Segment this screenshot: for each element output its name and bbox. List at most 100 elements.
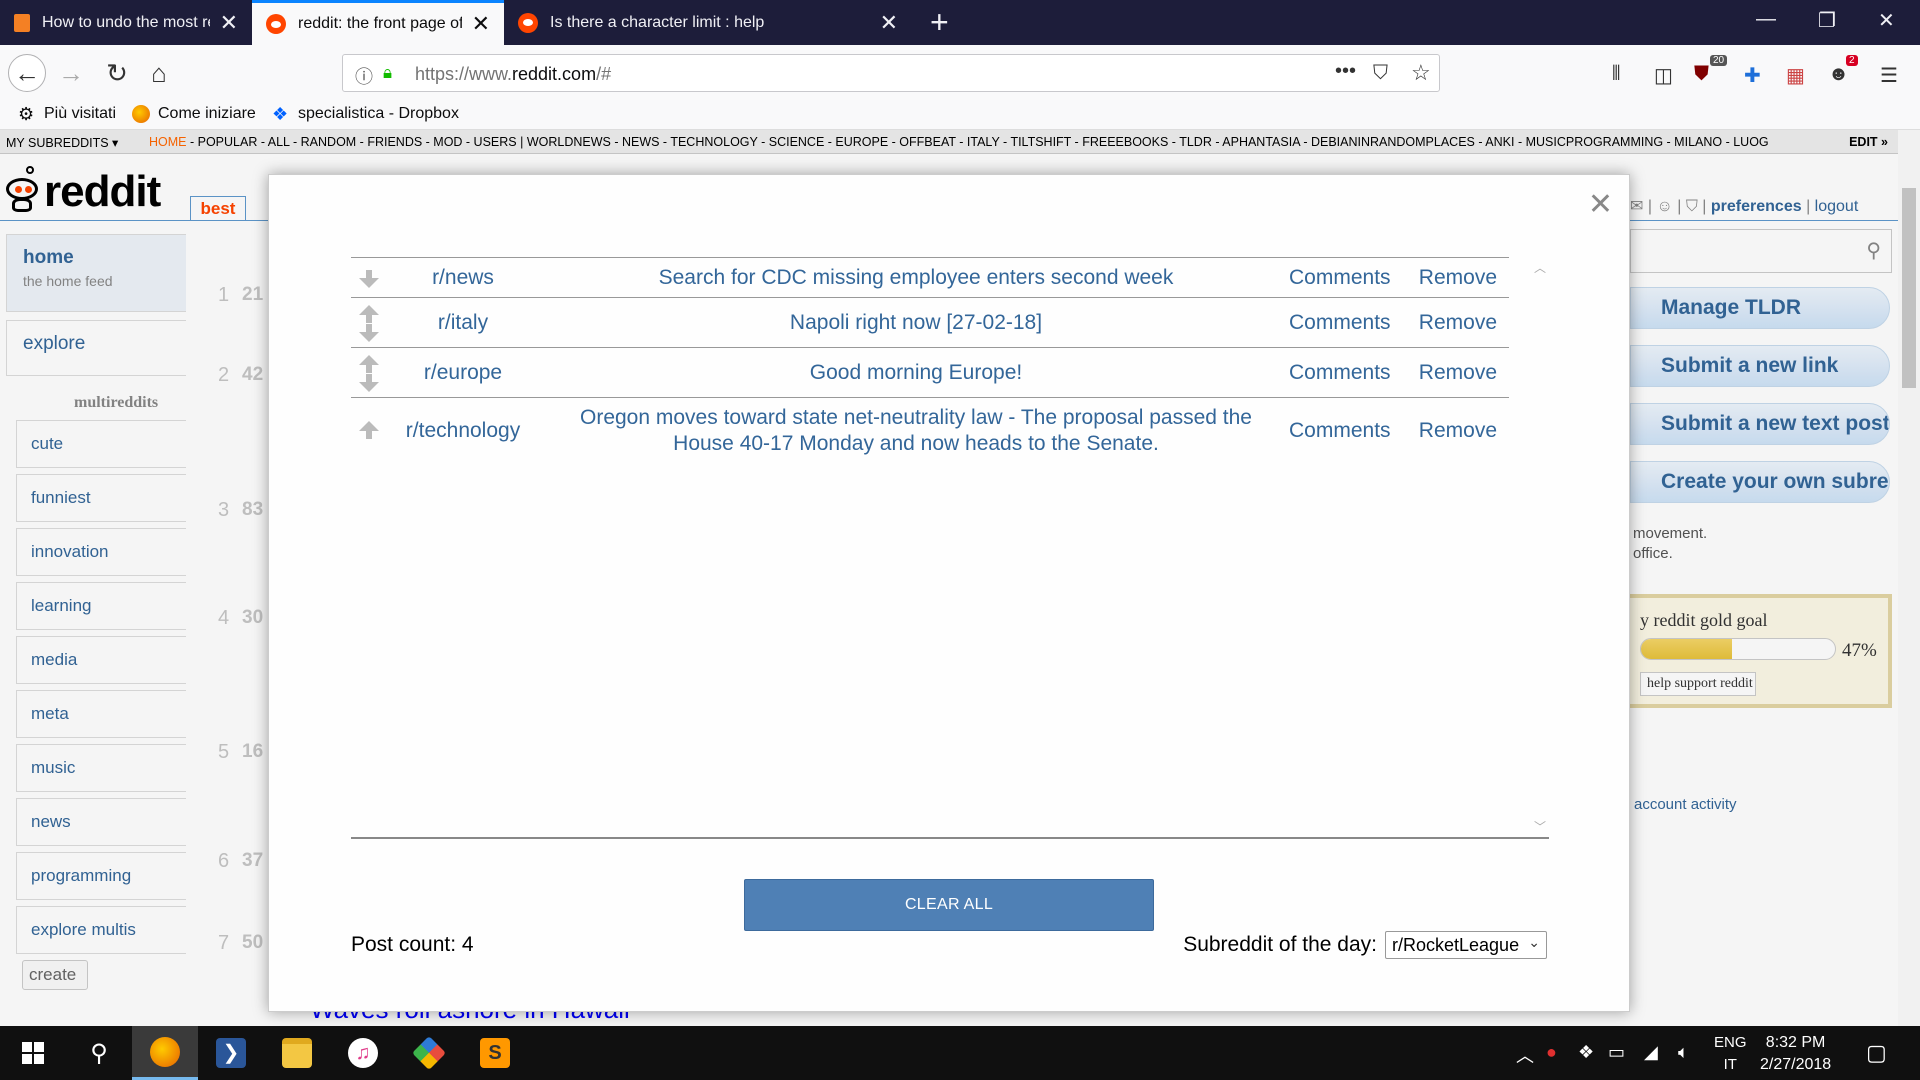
taskbar-file-explorer[interactable] <box>264 1026 330 1080</box>
pocket-icon[interactable]: ⛉ <box>1373 62 1388 85</box>
downvote-icon[interactable] <box>359 270 379 288</box>
close-tab-icon[interactable]: ✕ <box>472 11 490 37</box>
remove-link[interactable]: Remove <box>1419 361 1497 385</box>
comments-link[interactable]: Comments <box>1289 361 1391 385</box>
taskbar-git[interactable] <box>396 1026 462 1080</box>
upvote-icon[interactable] <box>359 305 379 323</box>
library-icon[interactable]: ⫴ <box>1612 63 1620 86</box>
new-tab-button[interactable]: + <box>930 4 949 41</box>
upvote-icon[interactable] <box>359 421 379 439</box>
firefox-icon <box>132 105 150 123</box>
saved-posts-modal: ✕ r/news Search for CDC missing employee… <box>268 174 1630 1012</box>
input-language[interactable]: ENG IT <box>1714 1032 1747 1076</box>
battery-icon[interactable]: ▭ <box>1608 1042 1625 1063</box>
browser-tab-reddit-help[interactable]: Is there a character limit : help ✕ <box>504 0 912 45</box>
url-bar[interactable]: ⓘ 🔒︎ https://www.reddit.com/# ••• ⛉ ☆ <box>342 54 1440 92</box>
start-button[interactable] <box>0 1026 66 1080</box>
downvote-icon[interactable] <box>359 374 379 392</box>
dropbox-icon[interactable]: ❖ <box>1578 1042 1594 1063</box>
post-title[interactable]: Napoli right now [27-02-18] <box>543 310 1289 336</box>
subreddit-of-day-select[interactable]: r/RocketLeague ⌄ <box>1385 931 1547 959</box>
bookmark-getting-started[interactable]: Come iniziare <box>132 105 256 123</box>
extension-grid-icon[interactable]: ▦ <box>1786 63 1805 88</box>
stackoverflow-icon <box>14 13 30 32</box>
list-scrollbar[interactable]: ︿ ﹀ <box>1531 257 1549 837</box>
remove-link[interactable]: Remove <box>1419 311 1497 335</box>
back-button[interactable]: ← <box>8 54 46 92</box>
post-title[interactable]: Search for CDC missing employee enters s… <box>543 265 1289 291</box>
taskbar-powershell[interactable]: ❯ <box>198 1026 264 1080</box>
comments-link[interactable]: Comments <box>1289 266 1391 290</box>
bookmark-dropbox[interactable]: ❖ specialistica - Dropbox <box>272 105 459 123</box>
volume-icon[interactable]: 🔈︎ <box>1678 1042 1689 1063</box>
info-icon[interactable]: ⓘ <box>355 63 373 89</box>
show-hidden-icons-icon[interactable]: ︿ <box>1516 1042 1534 1068</box>
post-title[interactable]: Oregon moves toward state net-neutrality… <box>543 405 1289 457</box>
windows-taskbar: ⚲ ❯ ♫ S ︿ ● ❖ ▭ ◢ 🔈︎ ENG IT 8:32 PM 2/27… <box>0 1026 1920 1080</box>
comments-link[interactable]: Comments <box>1289 419 1391 443</box>
browser-tab-stackoverflow[interactable]: How to undo the most recent c ✕ <box>0 0 252 45</box>
reddit-icon <box>266 14 286 34</box>
tab-title: reddit: the front page of the int <box>298 15 462 32</box>
taskbar-sublime[interactable]: S <box>462 1026 528 1080</box>
post-count: Post count: 4 <box>351 933 474 956</box>
forward-button[interactable]: → <box>52 54 90 92</box>
extension-icon[interactable]: ✚ <box>1744 63 1761 88</box>
home-icon[interactable]: ⌂ <box>140 54 178 92</box>
page-scrollbar[interactable] <box>1898 130 1920 1026</box>
lock-icon: 🔒︎ <box>383 63 393 82</box>
close-tab-icon[interactable]: ✕ <box>220 10 238 36</box>
post-subreddit[interactable]: r/italy <box>383 311 543 335</box>
extension-badge: 2 <box>1846 55 1858 66</box>
post-subreddit[interactable]: r/europe <box>383 361 543 385</box>
reddit-icon <box>518 12 538 33</box>
browser-tab-reddit-front[interactable]: reddit: the front page of the int ✕ <box>252 0 504 45</box>
navigation-toolbar: ← → ↻ ⌂ ⓘ 🔒︎ https://www.reddit.com/# ••… <box>0 45 1920 100</box>
comments-link[interactable]: Comments <box>1289 311 1391 335</box>
bookmark-most-visited[interactable]: ⚙ Più visitati <box>18 105 116 123</box>
remove-link[interactable]: Remove <box>1419 419 1497 443</box>
downvote-icon[interactable] <box>359 324 379 342</box>
taskbar-firefox[interactable] <box>132 1026 198 1080</box>
post-subreddit[interactable]: r/news <box>383 266 543 290</box>
remove-link[interactable]: Remove <box>1419 266 1497 290</box>
music-icon: ♫ <box>348 1038 378 1068</box>
clock[interactable]: 8:32 PM 2/27/2018 <box>1760 1032 1831 1076</box>
list-item: r/news Search for CDC missing employee e… <box>351 257 1509 297</box>
scroll-down-icon[interactable]: ﹀ <box>1534 818 1546 835</box>
list-item: r/italy Napoli right now [27-02-18] Comm… <box>351 297 1509 347</box>
tray-app-icon[interactable]: ● <box>1546 1042 1557 1063</box>
clear-all-button[interactable]: CLEAR ALL <box>744 879 1154 931</box>
git-icon <box>412 1036 446 1070</box>
taskbar-itunes[interactable]: ♫ <box>330 1026 396 1080</box>
scroll-up-icon[interactable]: ︿ <box>1534 259 1546 276</box>
page-actions-icon[interactable]: ••• <box>1335 60 1356 83</box>
close-window-button[interactable]: ✕ <box>1878 8 1895 33</box>
vote-arrows <box>351 398 383 463</box>
extension-people-icon[interactable]: ☻ <box>1828 63 1849 86</box>
upvote-icon[interactable] <box>359 355 379 373</box>
search-icon[interactable]: ⚲ <box>66 1026 132 1080</box>
vote-arrows <box>351 348 383 397</box>
folder-icon <box>282 1038 312 1068</box>
close-tab-icon[interactable]: ✕ <box>880 10 898 36</box>
restore-button[interactable]: ❐ <box>1818 8 1836 33</box>
dropbox-icon: ❖ <box>272 104 289 124</box>
reload-button[interactable]: ↻ <box>98 54 136 92</box>
sidebar-icon[interactable]: ◫ <box>1654 63 1673 88</box>
list-item: r/technology Oregon moves toward state n… <box>351 397 1509 463</box>
post-title[interactable]: Good morning Europe! <box>543 360 1289 386</box>
windows-icon <box>22 1042 44 1064</box>
bookmarks-toolbar: ⚙ Più visitati Come iniziare ❖ specialis… <box>0 100 1920 130</box>
ublock-icon[interactable]: ⛊ <box>1694 63 1709 86</box>
gear-icon: ⚙ <box>18 104 35 124</box>
notifications-icon[interactable]: ▢ <box>1866 1040 1887 1066</box>
bookmark-star-icon[interactable]: ☆ <box>1411 60 1431 86</box>
minimize-button[interactable]: — <box>1756 8 1776 31</box>
subreddit-of-the-day: Subreddit of the day: r/RocketLeague ⌄ <box>1183 931 1547 959</box>
url-text: https://www.reddit.com/# <box>415 64 612 84</box>
wifi-icon[interactable]: ◢ <box>1644 1042 1658 1063</box>
menu-icon[interactable]: ☰ <box>1880 63 1898 88</box>
close-icon[interactable]: ✕ <box>1588 187 1613 222</box>
post-subreddit[interactable]: r/technology <box>383 419 543 443</box>
